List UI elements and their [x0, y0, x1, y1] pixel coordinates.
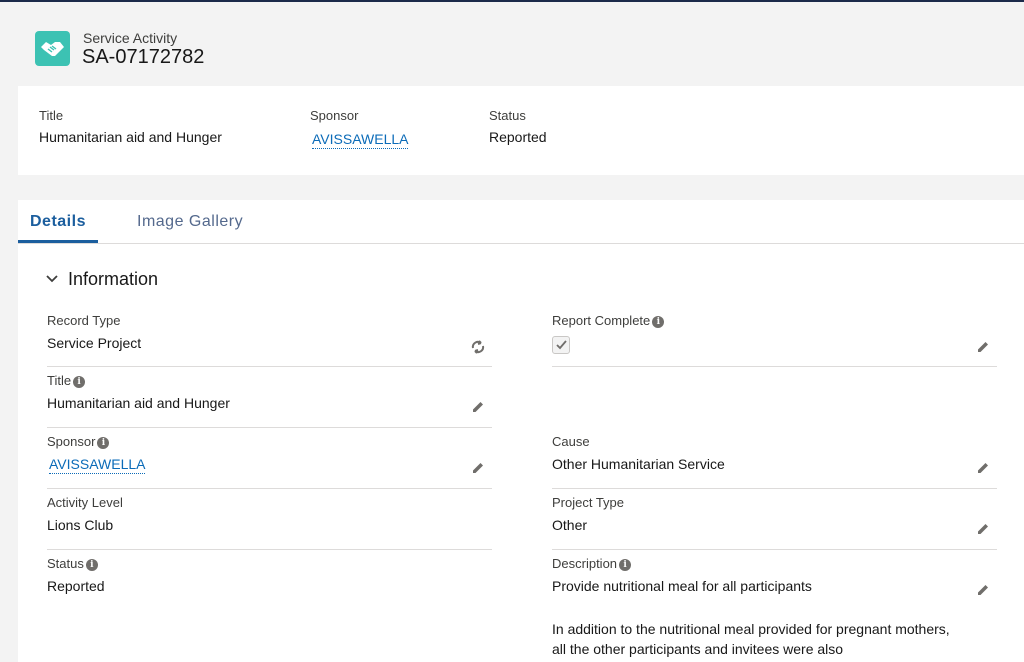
handshake-icon — [35, 31, 70, 66]
edit-title-button[interactable] — [470, 399, 488, 417]
active-tab-indicator — [18, 240, 98, 243]
info-icon[interactable]: i — [619, 559, 632, 571]
edit-report-complete-button[interactable] — [975, 339, 993, 357]
chevron-down-icon — [46, 275, 58, 283]
sponsor-link[interactable]: AVISSAWELLA — [49, 456, 146, 474]
highlight-sponsor-link[interactable]: AVISSAWELLA — [312, 131, 409, 149]
description-continuation: In addition to the nutritional meal prov… — [552, 621, 950, 657]
field-divider — [47, 488, 492, 489]
field-divider — [552, 488, 997, 489]
field-sponsor: Sponsor i AVISSAWELLA — [47, 434, 492, 489]
page-title: SA-07172782 — [82, 46, 205, 68]
edit-cause-button[interactable] — [975, 460, 993, 478]
highlight-status-value: Reported — [489, 129, 547, 145]
field-label: Activity Level — [47, 495, 123, 510]
field-title: Title i Humanitarian aid and Hunger — [47, 373, 492, 428]
field-divider — [47, 427, 492, 428]
info-icon[interactable]: i — [652, 316, 665, 328]
field-divider — [47, 549, 492, 550]
field-label: Report Complete i — [552, 313, 665, 328]
field-description: Description i Provide nutritional meal fo… — [552, 556, 997, 662]
field-label: Description i — [552, 556, 632, 571]
highlight-title: Title Humanitarian aid and Hunger — [39, 108, 222, 145]
field-divider — [552, 366, 997, 367]
field-label: Title i — [47, 373, 86, 388]
highlight-sponsor-label: Sponsor — [310, 108, 359, 123]
highlight-title-value: Humanitarian aid and Hunger — [39, 129, 222, 145]
info-icon[interactable]: i — [97, 437, 110, 449]
pencil-icon — [473, 463, 483, 473]
highlight-title-label: Title — [39, 108, 64, 123]
field-record-type: Record Type Service Project — [47, 313, 492, 367]
field-status: Status i Reported — [47, 556, 492, 610]
pencil-icon — [978, 524, 988, 534]
highlight-status: Status Reported — [489, 108, 547, 145]
edit-sponsor-button[interactable] — [470, 460, 488, 478]
field-value: Provide nutritional meal for all partici… — [552, 578, 812, 594]
edit-description-button[interactable] — [975, 582, 993, 600]
tab-bar: Details Image Gallery — [18, 200, 1024, 244]
tab-details[interactable]: Details — [30, 213, 86, 231]
highlight-status-label: Status — [489, 108, 526, 123]
field-value: Humanitarian aid and Hunger — [47, 395, 230, 411]
field-value: Other — [552, 517, 588, 533]
info-icon[interactable]: i — [85, 559, 98, 571]
field-value: Service Project — [47, 335, 142, 351]
highlight-sponsor: Sponsor AVISSAWELLA — [310, 108, 409, 149]
swap-icon — [471, 340, 485, 354]
details-card: Details Image Gallery Information Record… — [18, 200, 1024, 662]
field-divider — [47, 366, 492, 367]
field-project-type: Project Type Other — [552, 495, 997, 550]
object-type-label: Service Activity — [83, 30, 178, 46]
pencil-icon — [978, 463, 988, 473]
tab-image-gallery[interactable]: Image Gallery — [137, 213, 243, 231]
field-divider — [552, 549, 997, 550]
field-report-complete: Report Complete i — [552, 313, 997, 367]
field-label: Status i — [47, 556, 98, 571]
field-value: Reported — [47, 578, 105, 594]
field-label: Project Type — [552, 495, 625, 510]
pencil-icon — [978, 342, 988, 352]
record-header: Service Activity SA-07172782 — [0, 2, 1024, 86]
field-value: Other Humanitarian Service — [552, 456, 725, 472]
field-value: Lions Club — [47, 517, 114, 533]
field-label: Sponsor i — [47, 434, 110, 449]
pencil-icon — [978, 585, 988, 595]
pencil-icon — [473, 402, 483, 412]
checkmark-icon — [556, 340, 567, 350]
field-label: Record Type — [47, 313, 121, 328]
highlights-panel: Title Humanitarian aid and Hunger Sponso… — [18, 86, 1024, 175]
edit-project-type-button[interactable] — [975, 521, 993, 539]
report-complete-checkbox — [552, 336, 570, 354]
section-title: Information — [68, 269, 159, 289]
change-record-type-button[interactable] — [470, 339, 488, 357]
field-activity-level: Activity Level Lions Club — [47, 495, 492, 550]
field-label: Cause — [552, 434, 590, 449]
field-cause: Cause Other Humanitarian Service — [552, 434, 997, 489]
info-icon[interactable]: i — [73, 376, 86, 388]
